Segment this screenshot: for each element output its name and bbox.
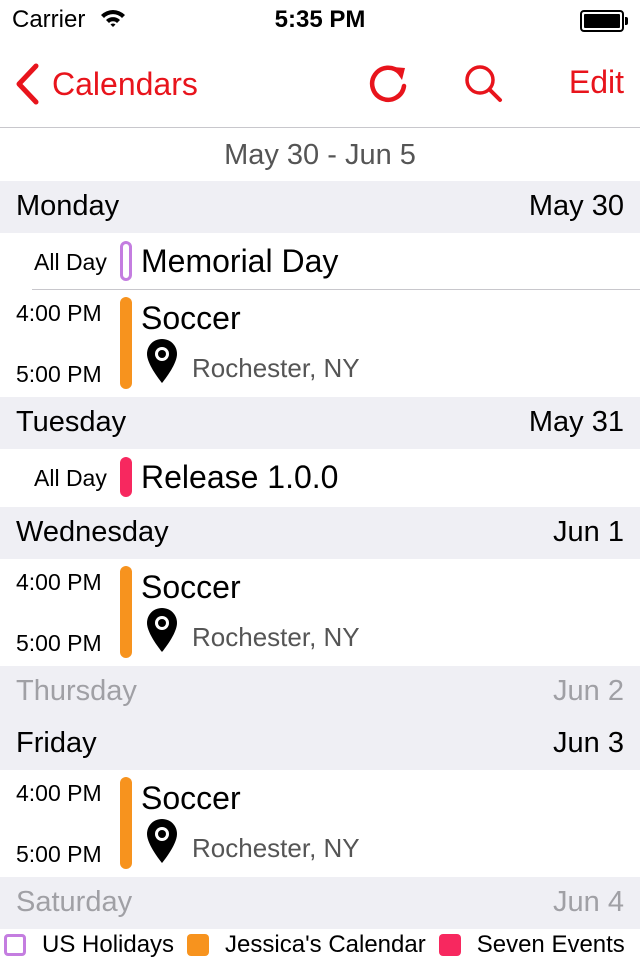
location-pin-icon [147,608,177,652]
event-memorial-day[interactable]: All Day Memorial Day [0,233,640,290]
day-name: Saturday [16,886,133,918]
legend-item-jessicas-calendar[interactable]: Jessica's Calendar [187,931,426,959]
event-start-time: 4:00 PM [16,780,102,806]
calendar-legend: US Holidays Jessica's Calendar Seven Eve… [0,930,640,960]
day-header-wednesday: Wednesday Jun 1 [0,507,640,559]
day-name: Tuesday [16,406,127,438]
day-name: Thursday [16,675,137,707]
search-button[interactable] [460,60,508,108]
day-header-saturday: Saturday Jun 4 [0,877,640,929]
edit-button[interactable]: Edit [569,64,624,101]
calendar-color-indicator [120,297,132,389]
navigation-bar: Calendars Edit [0,40,640,128]
day-date: Jun 1 [553,516,624,548]
day-name: Wednesday [16,516,169,548]
event-soccer-monday[interactable]: 4:00 PM 5:00 PM Soccer Rochester, NY [0,290,640,397]
event-start-time: 4:00 PM [16,300,102,326]
calendar-color-indicator [120,566,132,658]
event-location: Rochester, NY [192,833,360,863]
day-name: Monday [16,190,120,222]
day-date: Jun 4 [553,886,624,918]
location-pin-icon [147,339,177,383]
day-date: Jun 2 [553,675,624,707]
event-start-time: 4:00 PM [16,569,102,595]
back-button[interactable]: Calendars [14,60,198,108]
location-pin-icon [147,819,177,863]
all-day-label: All Day [34,465,107,491]
event-title: Soccer [141,780,241,816]
calendar-color-indicator [120,777,132,869]
legend-label: US Holidays [42,931,175,958]
legend-item-us-holidays[interactable]: US Holidays [4,931,174,959]
legend-swatch [438,934,461,956]
calendar-color-indicator [120,457,132,497]
search-icon [465,65,502,102]
event-end-time: 5:00 PM [16,630,102,656]
day-header-friday: Friday Jun 3 [0,718,640,770]
day-date: Jun 3 [553,727,624,759]
event-title: Soccer [141,569,241,605]
event-location: Rochester, NY [192,622,360,652]
day-date: May 31 [528,406,624,438]
legend-label: Seven Events [476,931,625,958]
refresh-button[interactable] [364,60,412,108]
all-day-label: All Day [34,249,107,275]
event-soccer-wednesday[interactable]: 4:00 PM 5:00 PM Soccer Rochester, NY [0,559,640,666]
event-end-time: 5:00 PM [16,361,102,387]
battery-icon [580,10,628,32]
day-header-monday: Monday May 30 [0,181,640,233]
legend-swatch [187,934,210,956]
event-end-time: 5:00 PM [16,841,102,867]
event-location: Rochester, NY [192,353,360,383]
chevron-left-icon [16,63,39,105]
legend-item-seven-events[interactable]: Seven Events [438,931,625,959]
event-release[interactable]: All Day Release 1.0.0 [0,449,640,507]
refresh-icon [369,65,407,102]
day-header-thursday: Thursday Jun 2 [0,666,640,718]
day-date: May 30 [528,190,624,222]
calendar-color-indicator [120,241,132,281]
legend-swatch [4,934,26,956]
day-header-tuesday: Tuesday May 31 [0,397,640,449]
event-title: Memorial Day [141,243,339,279]
day-name: Friday [16,727,97,759]
status-bar: Carrier 5:35 PM [0,0,640,40]
back-button-label: Calendars [52,65,198,102]
clock: 5:35 PM [274,6,366,33]
event-soccer-friday[interactable]: 4:00 PM 5:00 PM Soccer Rochester, NY [0,770,640,877]
week-range-label: May 30 - Jun 5 [224,139,416,171]
event-title: Soccer [141,300,241,336]
event-title: Release 1.0.0 [141,459,339,495]
legend-label: Jessica's Calendar [225,931,426,958]
